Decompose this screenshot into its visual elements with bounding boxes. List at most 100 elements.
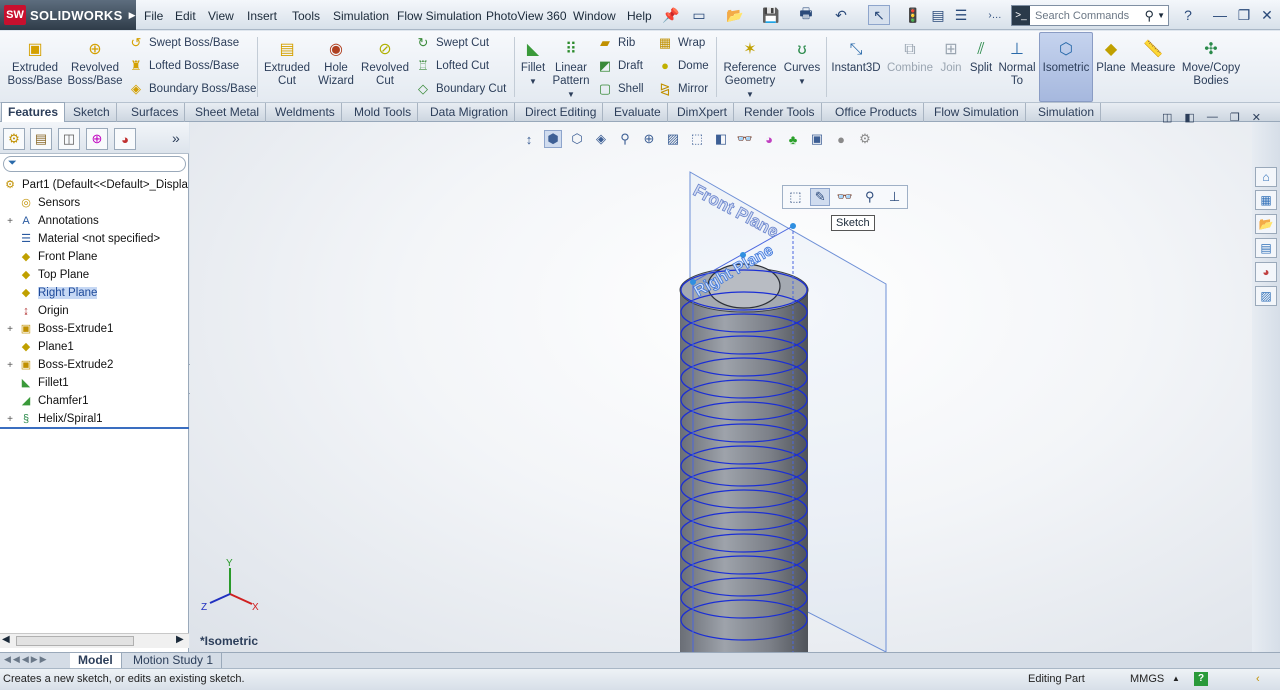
menu-window[interactable]: Window [573,9,616,23]
tab-direct-editing[interactable]: Direct Editing [519,103,604,122]
tab-render-tools[interactable]: Render Tools [738,103,822,122]
status-arrow-icon[interactable]: ‹ [1256,673,1260,685]
tab-sheet-metal[interactable]: Sheet Metal [189,103,267,122]
select-other-icon[interactable]: ⬚ [785,189,805,205]
expand-panel-icon[interactable]: » [172,130,180,146]
extruded-boss-button[interactable]: ▣ Extruded Boss/Base [4,33,66,88]
menu-tools[interactable]: Tools [292,9,320,23]
tile-icon[interactable]: ◫ [1162,111,1172,124]
search-icon[interactable]: ⚲ [1145,8,1155,24]
tab-flow-simulation[interactable]: Flow Simulation [928,103,1026,122]
tab-scroll-arrows-icon[interactable]: ◀◀◀▶▶ [4,654,49,665]
viewport-minimize-icon[interactable]: — [1207,111,1218,124]
fillet-button[interactable]: ◣ Fillet ▼ [517,33,549,88]
tree-item[interactable]: ◆ Front Plane [0,248,98,266]
scroll-left-icon[interactable]: ◀ [2,634,10,645]
units-selector[interactable]: MMGS [1130,673,1164,685]
tree-item[interactable]: + A Annotations [0,212,99,230]
display-manager-tab-icon[interactable]: ◕ [114,128,136,150]
expand-plus-icon[interactable]: + [6,414,14,425]
tree-item[interactable]: ↨ Origin [0,302,68,320]
close-icon[interactable]: ✕ [1256,5,1278,25]
tree-item[interactable]: ◎ Sensors [0,194,80,212]
print-icon[interactable]: 🖶 [795,5,817,25]
file-properties-icon[interactable]: ▤ [927,5,949,25]
sketch-icon[interactable]: ✎ [810,188,831,206]
expand-plus-icon[interactable]: + [6,216,14,227]
menu-file[interactable]: File [144,9,163,23]
configuration-tab-icon[interactable]: ◫ [58,128,80,150]
rebuild-icon[interactable]: 🚦 [902,5,924,25]
undo-icon[interactable]: ↶ [830,5,852,25]
tree-item[interactable]: ◆ Top Plane [0,266,89,284]
property-manager-tab-icon[interactable]: ▤ [30,128,52,150]
curves-button[interactable]: ʊ Curves ▼ [781,33,823,88]
revolved-cut-button[interactable]: ⊘ Revolved Cut [360,33,410,88]
view-orientation-icon[interactable]: ⬚ [688,130,706,148]
custom-properties-icon[interactable]: ▨ [1255,286,1277,306]
view-settings-icon[interactable]: ▣ [808,130,826,148]
chevron-down-icon[interactable]: ▼ [746,90,754,99]
hole-wizard-button[interactable]: ◉ Hole Wizard [314,33,358,88]
file-explorer-icon[interactable]: 📂 [1255,214,1277,234]
menu-help[interactable]: Help [627,9,652,23]
design-library-icon[interactable]: ▦ [1255,190,1277,210]
zoom-icon[interactable]: ⚲ [616,130,634,148]
appearances-icon[interactable]: ◕ [1255,262,1277,282]
measure-button[interactable]: 📏 Measure [1129,33,1177,75]
minimize-icon[interactable]: — [1209,5,1231,25]
combine-button[interactable]: ⧉ Combine [886,33,934,75]
plane-button[interactable]: ◆ Plane [1095,33,1127,75]
chevron-up-icon[interactable]: ▲ [1172,674,1180,683]
revolved-boss-button[interactable]: ⊕ Revolved Boss/Base [66,33,124,88]
lofted-boss-button[interactable]: ♜ Lofted Boss/Base [127,56,239,76]
expand-plus-icon[interactable]: + [6,360,14,371]
display-style-icon[interactable]: ◧ [712,130,730,148]
tree-item[interactable]: ◢ Chamfer1 [0,392,89,410]
viewport-restore-icon[interactable]: ❐ [1230,111,1240,124]
menu-simulation[interactable]: Simulation [333,9,389,23]
normal-to-button[interactable]: ⊥ Normal To [998,33,1036,88]
zoom-area-icon[interactable]: ⊕ [640,130,658,148]
chevron-down-icon[interactable]: ▼ [529,77,537,86]
view-icon[interactable]: 👓 [835,189,855,205]
scroll-thumb[interactable] [16,636,134,646]
move-copy-bodies-button[interactable]: ✣ Move/Copy Bodies [1180,33,1242,88]
help-icon[interactable]: ? [1177,5,1199,25]
restore-icon[interactable]: ❐ [1233,5,1255,25]
linear-pattern-button[interactable]: ⠿ Linear Pattern ▼ [550,33,592,101]
tab-model[interactable]: Model [70,653,122,669]
tree-item[interactable]: ◆ Plane1 [0,338,74,356]
search-commands[interactable]: >_ Search Commands ⚲ ▼ [1011,5,1169,26]
tree-item[interactable]: + § Helix/Spiral1 [0,410,102,428]
tree-item[interactable]: + ▣ Boss-Extrude2 [0,356,113,374]
feature-tree-tab-icon[interactable]: ⚙ [3,128,25,150]
tab-sketch[interactable]: Sketch [67,103,117,122]
open-folder-icon[interactable]: 📂 [724,5,746,25]
tree-item[interactable]: + ▣ Boss-Extrude1 [0,320,113,338]
expand-plus-icon[interactable]: + [6,324,14,335]
tab-weldments[interactable]: Weldments [269,103,342,122]
section-view-cube-icon[interactable]: ⬡ [568,130,586,148]
zoom-to-fit-icon[interactable]: ↕ [520,130,538,148]
draft-button[interactable]: ◩ Draft [596,56,643,76]
tab-data-migration[interactable]: Data Migration [424,103,516,122]
pin-icon[interactable]: 📌 [660,5,682,25]
view-palette-icon[interactable]: ▤ [1255,238,1277,258]
chevron-down-icon[interactable]: ▼ [1157,11,1165,20]
tab-dimxpert[interactable]: DimXpert [671,103,735,122]
edit-appearance-icon[interactable]: ◕ [760,130,778,148]
tab-features[interactable]: Features [1,102,66,123]
normal-to-icon[interactable]: ⊥ [885,189,905,205]
chevron-down-icon[interactable]: ▼ [798,77,806,86]
hide-show-items-icon[interactable]: 👓 [736,130,754,148]
shell-button[interactable]: ▢ Shell [596,79,644,99]
dimxpert-tab-icon[interactable]: ⊕ [86,128,108,150]
tab-motion-study-1[interactable]: Motion Study 1 [125,653,223,669]
options-icon[interactable]: ☰ [950,5,972,25]
swept-cut-button[interactable]: ↻ Swept Cut [414,33,490,53]
apply-scene-icon[interactable]: ♣ [784,130,802,148]
tree-root-part1[interactable]: ⚙ Part1 (Default<<Default>_Displa [0,176,188,194]
swept-boss-button[interactable]: ↺ Swept Boss/Base [127,33,240,53]
mirror-button[interactable]: ⧎ Mirror [656,79,708,99]
